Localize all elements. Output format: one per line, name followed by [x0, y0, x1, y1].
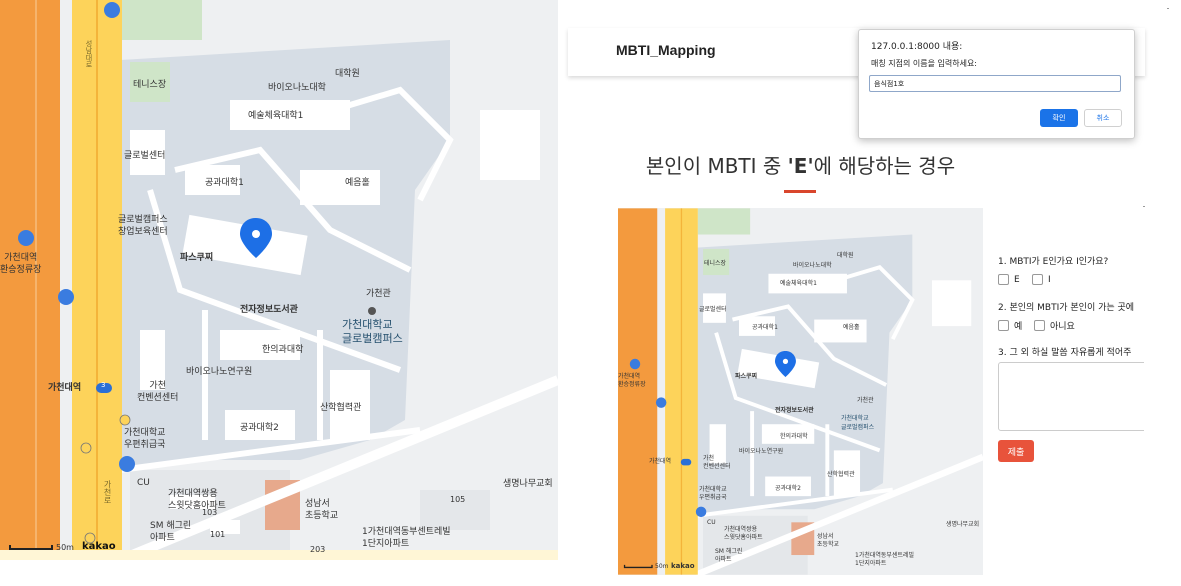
map-label-eng1: 공과대학1: [205, 178, 244, 188]
option-i-label: I: [1048, 274, 1051, 285]
map-label-pascucci: 파스쿠찌: [180, 253, 214, 263]
small-map-label-global-center: 글로벌센터: [699, 306, 727, 313]
map-label-center-apt: 1가천대역동부센트레빌 1단지아파트: [362, 527, 451, 549]
map-label-203: 203: [310, 545, 326, 554]
small-map-label-transfer-station: 가천대역 환승정류장: [618, 373, 646, 388]
small-map-label-apt2: SM 해그린 아파트: [715, 548, 743, 563]
confirm-button[interactable]: 확인: [1040, 109, 1078, 127]
map-label-cu: CU: [137, 478, 150, 488]
kakao-logo: kakao: [82, 541, 116, 552]
small-map-label-oriental-medicine: 한의과대학: [780, 433, 808, 440]
title-prefix: 본인이 MBTI 중: [645, 154, 788, 178]
checkbox-e[interactable]: [998, 274, 1009, 285]
option-i[interactable]: I: [1032, 274, 1051, 285]
small-map-label-gachon-station: 가천대역: [649, 458, 672, 465]
map-label-tennis: 테니스장: [133, 80, 167, 90]
option-e-label: E: [1014, 274, 1020, 285]
map-label-convention: 가천 컨벤션센터: [137, 381, 179, 403]
divider-dot-2: [1143, 206, 1145, 207]
title-underline: [784, 190, 816, 193]
small-map-label-grad-school: 대학원: [837, 252, 854, 259]
small-map-label-elec-library: 전자정보도서관: [775, 407, 814, 414]
map-scale-label: 50m: [56, 543, 74, 552]
map-label-global-center: 글로벌센터: [124, 151, 166, 161]
small-map-label-post-office: 가천대학교 우편취급국: [699, 486, 727, 501]
map-label-grad-school: 대학원: [335, 69, 360, 79]
map-label-101: 101: [210, 530, 226, 539]
option-yes-label: 예: [1014, 322, 1023, 332]
brand-logo[interactable]: MBTI_Mapping: [616, 42, 716, 58]
map-small[interactable]: 테니스장 바이오나노대학 대학원 예술체육대학1 글로벌센터 공과대학1 예음홀…: [618, 208, 983, 575]
submit-button[interactable]: 제출: [998, 440, 1034, 462]
small-map-label-elementary: 성남서 초등학교: [817, 533, 840, 548]
page-title: 본인이 MBTI 중 'E'에 해당하는 경우: [568, 150, 1033, 179]
map-label-gachongwan: 가천관: [366, 289, 391, 299]
map-label-yeeum: 예음홀: [345, 178, 370, 188]
small-map-label-convention: 가천 컨벤션센터: [703, 455, 731, 470]
small-map-label-tree-church: 생명나무교회: [946, 521, 980, 528]
map-label-road-2: 가천로: [103, 480, 112, 504]
small-map-label-gachongwan: 가천관: [857, 397, 874, 404]
checkbox-yes[interactable]: [998, 320, 1009, 331]
checkbox-no[interactable]: [1034, 320, 1045, 331]
survey-form: 1. MBTI가 E인가요 I인가요? E I 2. 본인의 MBTI가 본인이…: [998, 248, 1144, 468]
map-label-industry: 산학협력관: [320, 403, 362, 413]
map-large[interactable]: 테니스장 바이오나노대학 대학원 예술체육대학1 글로벌센터 공과대학1 예음홀…: [0, 0, 558, 560]
small-map-label-center-apt: 1가천대역동부센트레빌 1단지아파트: [855, 552, 915, 567]
map-label-apt2: SM 해그린 아파트: [150, 521, 192, 543]
question-1: 1. MBTI가 E인가요 I인가요?: [998, 257, 1109, 267]
small-map-label-gachon-univ: 가천대학교 글로벌캠퍼스: [841, 415, 875, 431]
map-label-post-office: 가천대학교 우편취급국: [124, 428, 166, 450]
cancel-button[interactable]: 취소: [1084, 109, 1122, 127]
option-e[interactable]: E: [998, 274, 1020, 285]
map-label-eng2: 공과대학2: [240, 423, 279, 433]
map-label-arts-sports: 예술체육대학1: [248, 111, 304, 121]
small-map-label-arts-sports: 예술체육대학1: [780, 280, 817, 287]
title-highlight: 'E': [787, 154, 814, 178]
dialog-message: 매칭 지점의 이름을 입력하세요:: [871, 59, 978, 68]
map-label-elementary: 성남서 초등학교: [305, 499, 339, 521]
prompt-dialog: 127.0.0.1:8000 내용: 매칭 지점의 이름을 입력하세요: 확인 …: [858, 29, 1135, 139]
map-label-bio-nano-inst: 바이오나노연구원: [186, 367, 253, 377]
small-map-label-eng1: 공과대학1: [752, 324, 778, 331]
map-label-road-1: 성남대로: [85, 40, 93, 68]
map-label-bio-lab: 바이오나노대학: [268, 83, 326, 93]
option-no[interactable]: 아니요: [1034, 319, 1075, 332]
question-3: 3. 그 외 하실 말씀 자유롭게 적어주: [998, 348, 1132, 358]
title-suffix: 에 해당하는 경우: [813, 154, 956, 178]
option-no-label: 아니요: [1050, 322, 1075, 332]
small-kakao-logo: kakao: [671, 562, 695, 570]
comment-textarea[interactable]: [998, 362, 1144, 431]
map-label-gachon-station: 가천대역: [48, 383, 82, 393]
small-map-label-cu: CU: [707, 519, 716, 526]
map-subway-line: 3: [101, 381, 106, 389]
map-label-oriental-medicine: 한의과대학: [262, 345, 304, 355]
map-label-105: 105: [450, 495, 466, 504]
small-map-label-bio-lab: 바이오나노대학: [793, 262, 832, 269]
map-label-transfer-station: 가천대역 환승정류장: [0, 253, 42, 275]
small-map-scale-label: 50m: [655, 563, 669, 570]
checkbox-i[interactable]: [1032, 274, 1043, 285]
map-label-tree-church: 생명나무교회: [503, 479, 553, 489]
small-map-label-tennis: 테니스장: [704, 260, 727, 267]
question-2: 2. 본인의 MBTI가 본인이 가는 곳에: [998, 303, 1135, 313]
small-map-label-pascucci: 파스쿠찌: [735, 373, 758, 380]
divider-dot: [1167, 8, 1169, 9]
small-map-label-eng2: 공과대학2: [775, 485, 801, 492]
small-map-label-industry: 산학협력관: [827, 471, 855, 478]
option-yes[interactable]: 예: [998, 319, 1022, 332]
map-label-global-startup: 글로벌캠퍼스 창업보육센터: [118, 215, 168, 237]
dialog-title: 127.0.0.1:8000 내용:: [871, 42, 963, 52]
small-map-label-bio-nano-inst: 바이오나노연구원: [739, 448, 784, 455]
small-map-label-apt1: 가천대역쌍용 스윗닷홈아파트: [724, 526, 763, 541]
map-label-103: 103: [202, 508, 218, 517]
dialog-name-input[interactable]: [869, 75, 1121, 92]
map-label-elec-library: 전자정보도서관: [240, 305, 298, 315]
map-label-gachon-univ: 가천대학교 글로벌캠퍼스: [342, 318, 403, 345]
small-map-label-yeeum: 예음홀: [843, 324, 860, 331]
